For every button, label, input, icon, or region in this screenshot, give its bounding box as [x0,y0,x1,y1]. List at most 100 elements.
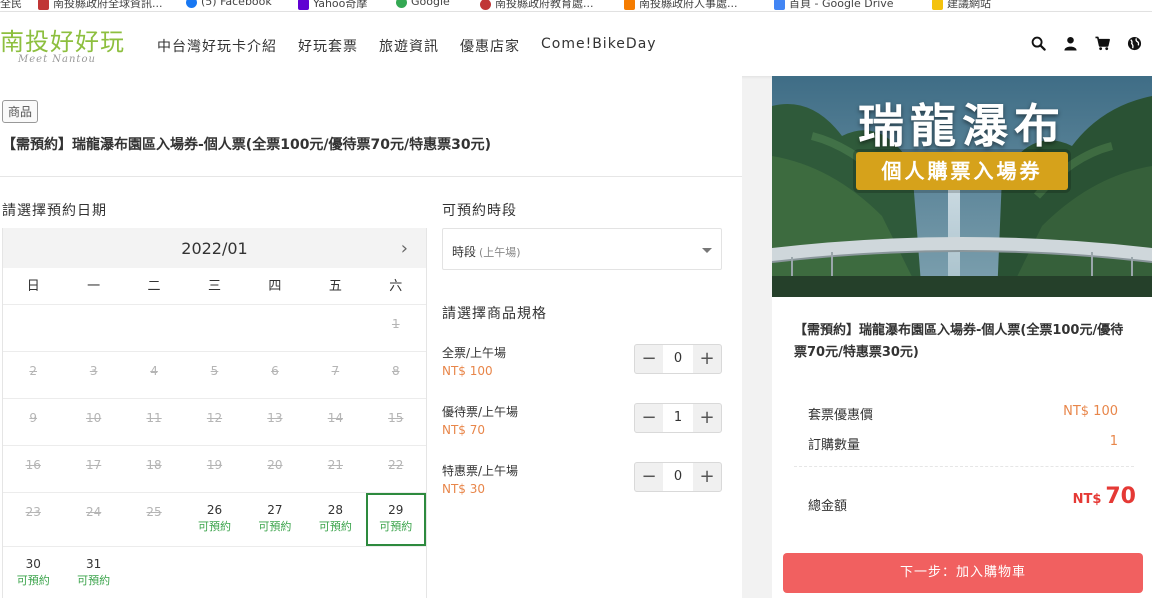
day-number: 23 [25,505,41,519]
calendar-day-20: 20 [245,446,305,492]
time-slot-select[interactable]: 時段 (上午場) [442,228,722,270]
spec-price: NT$ 70 [442,423,486,437]
calendar-month: 2022/01 [181,239,248,258]
calendar-day-22: 22 [366,446,426,492]
bookmark-item[interactable]: 建議網站 [932,0,991,11]
calendar-day-27[interactable]: 27 可預約 [245,493,305,546]
day-number: 14 [327,411,343,425]
google-drive-icon [774,0,785,10]
bookmark-icon [38,0,49,10]
bookmark-item[interactable]: 南投縣政府人事處... [624,0,738,11]
total-value: 70 [1105,484,1136,509]
calendar-week-row: 16 17 18 19 20 21 22 [3,446,426,493]
cart-panel: 瑞龍瀑布 個人購票入場券 【需預約】瑞龍瀑布園區入場券-個人票(全票100元/優… [772,76,1152,598]
calendar-days: 1 2 3 4 5 6 7 8 9 10 11 12 13 14 15 16 17 18 19 20 21 22 23 24 2… [3,305,426,598]
calendar-week-row: 23 24 25 26 可預約 27 可預約 28 可預約 29 可預約 [3,493,426,547]
product-title: 【需預約】瑞龍瀑布園區入場券-個人票(全票100元/優待票70元/特惠票30元) [2,137,492,153]
available-label: 可預約 [318,520,352,533]
bookmark-item[interactable]: 首頁 - Google Drive [774,0,894,11]
order-qty-value: 1 [1109,434,1118,449]
calendar-day-26[interactable]: 26 可預約 [184,493,244,546]
package-price-row: 套票優惠價 NT$ 100 [808,404,1118,423]
search-icon[interactable] [1031,36,1046,51]
divider [794,466,1134,467]
nav-item-card-intro[interactable]: 中台灣好玩卡介紹 [157,36,277,56]
quantity-value[interactable]: 0 [663,345,693,373]
calendar-day-21: 21 [305,446,365,492]
bookmark-item[interactable]: (5) Facebook [186,0,272,8]
bookmark-item[interactable]: 全民 [0,0,22,11]
bookmark-item[interactable]: 南投縣政府全球資訊... [38,0,163,11]
spec-row-special: 特惠票/上午場 NT$ 30 − 0 + [442,462,722,502]
calendar-day-28[interactable]: 28 可預約 [305,493,365,546]
day-number: 20 [267,458,283,472]
quantity-value[interactable]: 0 [663,463,693,491]
booking-calendar: 2022/01 › 日 一 二 三 四 五 六 1 2 3 4 5 6 7 8 9 10 11 12 1… [2,228,427,598]
calendar-day-8: 8 [366,352,426,398]
quantity-value[interactable]: 1 [663,404,693,432]
calendar-day-25: 25 [124,493,184,546]
day-number: 31 [85,557,102,571]
calendar-header: 2022/01 › [3,228,426,268]
calendar-empty-cell [305,547,365,598]
order-qty-row: 訂購數量 1 [808,434,1118,453]
calendar-day-5: 5 [184,352,244,398]
bookmark-item[interactable]: Google [396,0,450,8]
nav-item-shops[interactable]: 優惠店家 [460,36,520,56]
day-number: 11 [146,411,162,425]
spec-name: 優待票/上午場 [442,405,519,419]
weekday-label: 四 [268,279,282,294]
calendar-empty-cell [245,305,305,351]
weekday-label: 三 [207,279,221,294]
day-number: 6 [271,364,279,378]
calendar-day-30[interactable]: 30 可預約 [3,547,63,598]
next-month-button[interactable]: › [401,238,408,259]
nav-item-travel-info[interactable]: 旅遊資訊 [379,36,439,56]
bookmark-item[interactable]: 南投縣政府教育處... [480,0,594,11]
total-currency: NT$ [1072,492,1102,507]
day-number: 22 [388,458,404,472]
site-header: 南投好好玩 Meet Nantou 中台灣好玩卡介紹 好玩套票 旅遊資訊 優惠店… [0,12,1152,76]
cart-product-title: 【需預約】瑞龍瀑布園區入場券-個人票(全票100元/優待票70元/特惠票30元) [794,323,1124,360]
bookmark-item[interactable]: Yahoo奇摩 [298,0,367,11]
total-amount: NT$ 70 [1073,484,1136,509]
day-number: 5 [210,364,219,378]
order-qty-label: 訂購數量 [808,438,861,453]
decrease-button[interactable]: − [635,463,663,491]
increase-button[interactable]: + [693,404,721,432]
quantity-stepper: − 1 + [634,403,722,433]
decrease-button[interactable]: − [635,345,663,373]
calendar-day-10: 10 [63,399,123,445]
day-number: 30 [25,557,41,571]
add-to-cart-button[interactable]: 下一步：加入購物車 [783,553,1143,593]
calendar-day-7: 7 [305,352,365,398]
spec-row-full: 全票/上午場 NT$ 100 − 0 + [442,344,722,384]
cart-icon[interactable] [1095,36,1110,51]
day-number: 9 [29,411,38,425]
user-icon[interactable] [1063,36,1078,51]
nav-item-bikeday[interactable]: Come!BikeDay [541,36,657,56]
divider [0,176,742,177]
date-section-label: 請選擇預約日期 [2,203,107,219]
day-number: 29 [388,503,404,517]
calendar-day-29[interactable]: 29 可預約 [365,493,426,546]
nav-item-packages[interactable]: 好玩套票 [298,36,358,56]
site-logo[interactable]: 南投好好玩 Meet Nantou [0,22,130,72]
calendar-day-31[interactable]: 31 可預約 [63,547,123,598]
calendar-empty-cell [305,305,365,351]
weekday-label: 六 [389,279,403,294]
calendar-weekdays: 日 一 二 三 四 五 六 [3,268,426,305]
globe-icon[interactable] [1127,36,1142,51]
increase-button[interactable]: + [693,463,721,491]
header-icons [1031,36,1142,51]
available-label: 可預約 [77,574,111,587]
product-banner-image: 瑞龍瀑布 個人購票入場券 [772,76,1152,297]
calendar-day-16: 16 [3,446,63,492]
yahoo-icon [298,0,309,10]
day-number: 26 [206,503,223,517]
calendar-day-17: 17 [63,446,123,492]
decrease-button[interactable]: − [635,404,663,432]
calendar-day-11: 11 [124,399,184,445]
increase-button[interactable]: + [693,345,721,373]
available-label: 可預約 [16,574,50,587]
